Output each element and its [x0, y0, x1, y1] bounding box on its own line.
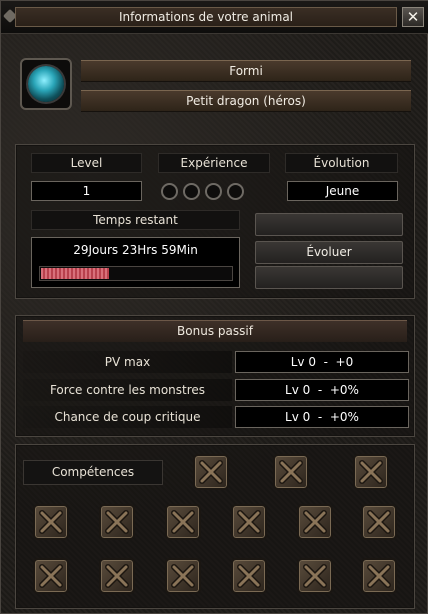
pet-info-window: Informations de votre animal ✕ Formi Pet… — [0, 0, 428, 614]
locked-slot-icon — [171, 564, 195, 588]
experience-orb-2 — [183, 183, 200, 200]
close-button[interactable]: ✕ — [402, 7, 424, 27]
bonus-value-monster-strength: Lv 0 - +0% — [235, 379, 409, 401]
skill-slot-10[interactable] — [33, 558, 69, 594]
bonus-label-monster-strength: Force contre les monstres — [23, 379, 232, 401]
locked-slot-icon — [171, 510, 195, 534]
skill-slot-2[interactable] — [273, 454, 309, 490]
locked-slot-icon — [199, 460, 223, 484]
evolution-header: Évolution — [285, 153, 398, 173]
experience-orb-1 — [161, 183, 178, 200]
skills-label: Compétences — [23, 460, 163, 485]
empty-button-top[interactable] — [255, 213, 403, 236]
pet-egg-icon — [28, 66, 64, 102]
close-icon: ✕ — [406, 8, 420, 26]
bonus-label-hp: PV max — [23, 351, 232, 373]
time-remaining-bar — [39, 266, 233, 281]
skill-slot-13[interactable] — [231, 558, 267, 594]
bonus-value-hp: Lv 0 - +0 — [235, 351, 409, 373]
evolution-value: Jeune — [287, 181, 398, 201]
time-remaining-fill — [41, 268, 109, 279]
level-value: 1 — [31, 181, 142, 201]
locked-slot-icon — [359, 460, 383, 484]
locked-slot-icon — [367, 564, 391, 588]
locked-slot-icon — [237, 564, 261, 588]
window-title: Informations de votre animal — [15, 7, 397, 27]
pet-icon-frame — [20, 58, 72, 110]
locked-slot-icon — [303, 510, 327, 534]
skill-slot-4[interactable] — [33, 504, 69, 540]
skill-slot-6[interactable] — [165, 504, 201, 540]
evolve-button[interactable]: Évoluer — [255, 241, 403, 264]
skill-slot-12[interactable] — [165, 558, 201, 594]
locked-slot-icon — [237, 510, 261, 534]
time-remaining-value: 29Jours 23Hrs 59Min — [73, 243, 198, 257]
locked-slot-icon — [105, 564, 129, 588]
skill-slot-7[interactable] — [231, 504, 267, 540]
skill-slot-3[interactable] — [353, 454, 389, 490]
pet-type: Petit dragon (héros) — [81, 90, 411, 112]
bonus-title: Bonus passif — [23, 320, 407, 342]
locked-slot-icon — [105, 510, 129, 534]
level-header: Level — [31, 153, 142, 173]
empty-button-bottom[interactable] — [255, 266, 403, 289]
title-bar[interactable]: Informations de votre animal ✕ — [1, 1, 428, 34]
skill-slot-8[interactable] — [297, 504, 333, 540]
time-remaining-box: 29Jours 23Hrs 59Min — [31, 237, 240, 288]
locked-slot-icon — [39, 510, 63, 534]
pet-name: Formi — [81, 60, 411, 82]
locked-slot-icon — [39, 564, 63, 588]
bonus-value-critical: Lv 0 - +0% — [235, 406, 409, 428]
skill-slot-1[interactable] — [193, 454, 229, 490]
experience-orb-4 — [227, 183, 244, 200]
skill-slot-14[interactable] — [297, 558, 333, 594]
skill-slot-11[interactable] — [99, 558, 135, 594]
time-remaining-header: Temps restant — [31, 210, 240, 230]
skill-slot-15[interactable] — [361, 558, 397, 594]
experience-orb-3 — [205, 183, 222, 200]
skill-slot-9[interactable] — [361, 504, 397, 540]
skill-slot-5[interactable] — [99, 504, 135, 540]
locked-slot-icon — [279, 460, 303, 484]
locked-slot-icon — [367, 510, 391, 534]
experience-header: Expérience — [158, 153, 270, 173]
locked-slot-icon — [303, 564, 327, 588]
bonus-label-critical: Chance de coup critique — [23, 406, 232, 428]
